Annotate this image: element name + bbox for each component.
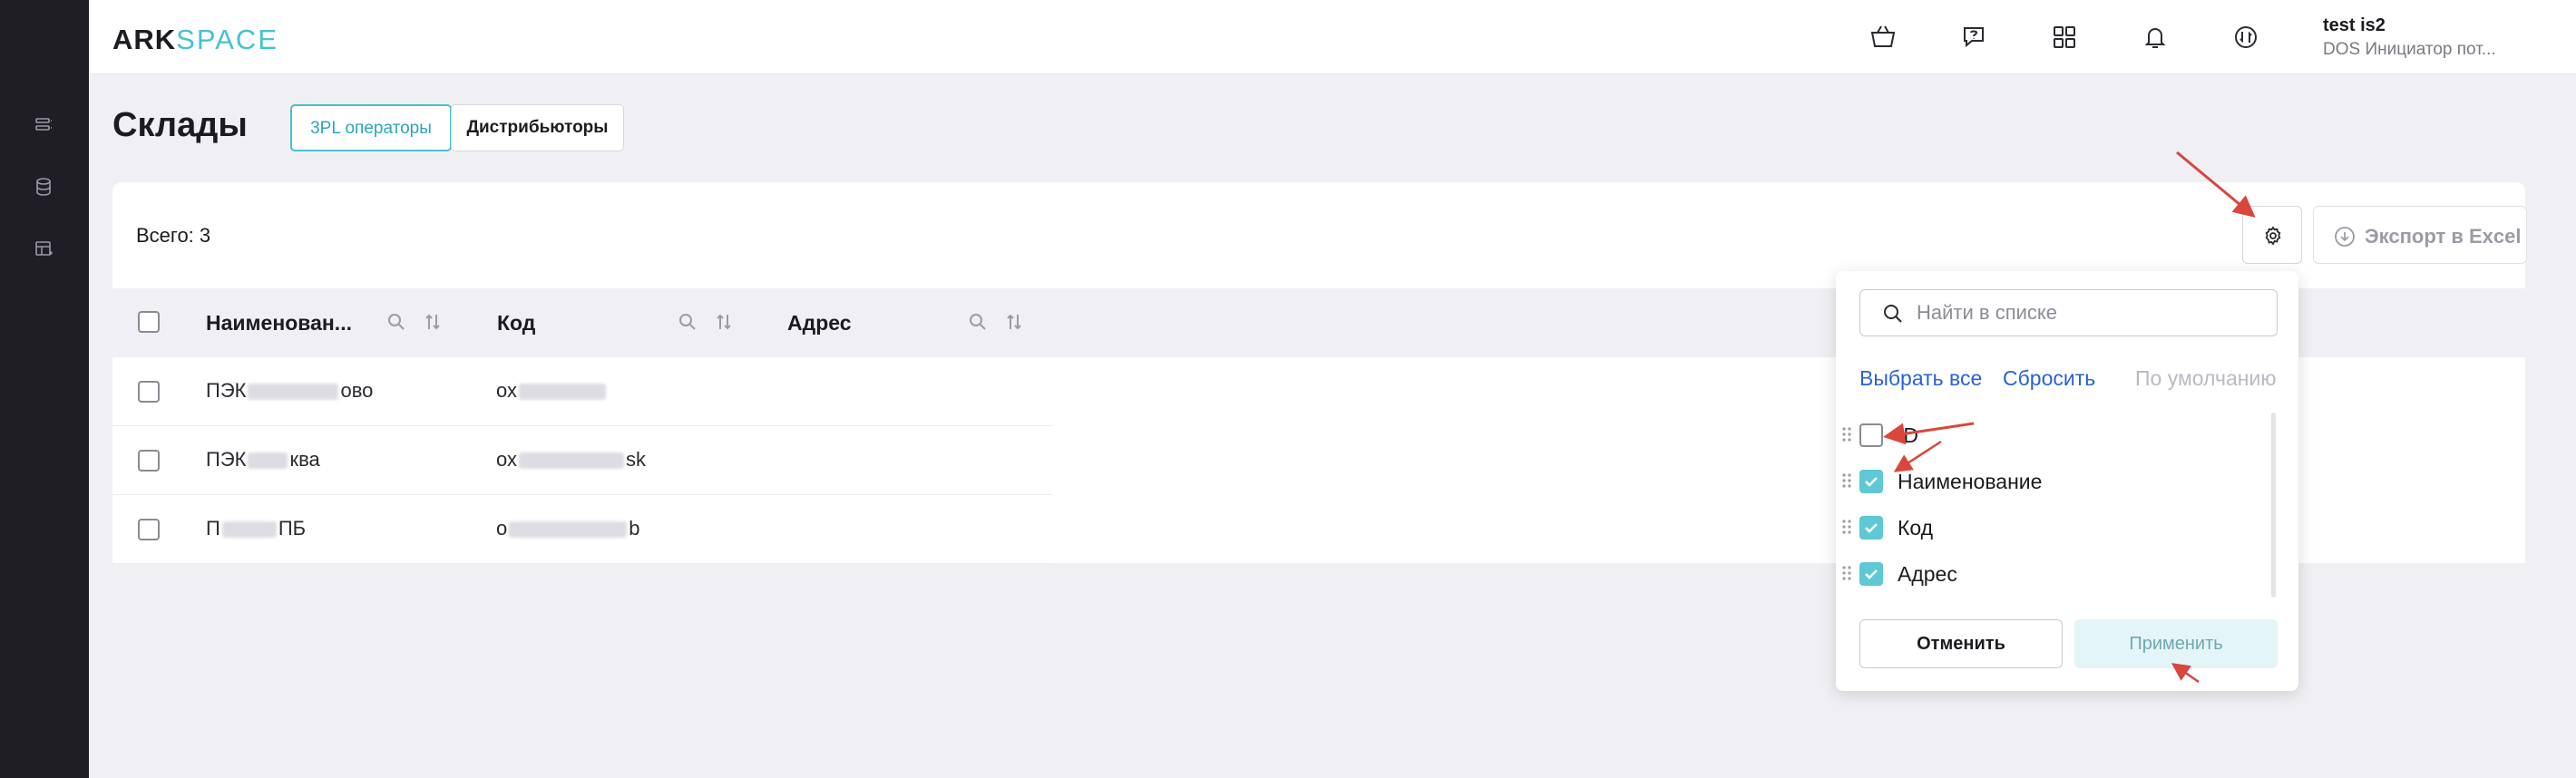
search-icon[interactable] xyxy=(967,311,989,333)
sort-icon[interactable] xyxy=(713,311,735,333)
cancel-button[interactable]: Отменить xyxy=(1859,619,2063,668)
table-row[interactable]: ПЭК ква ох sk xyxy=(112,426,1052,495)
top-header: ARKSPACE test is2 DOS Инициатор пот... xyxy=(89,0,2576,74)
checkbox-checked[interactable] xyxy=(1859,470,1883,493)
column-option-name[interactable]: Наименование xyxy=(1836,462,2271,499)
switch-role-icon[interactable] xyxy=(2230,21,2262,53)
column-option-code[interactable]: Код xyxy=(1836,509,2271,545)
table-icon[interactable] xyxy=(33,238,54,259)
export-excel-button[interactable]: Экспорт в Excel xyxy=(2313,206,2527,264)
column-header-code[interactable]: Код xyxy=(497,311,535,336)
table-row[interactable]: П ПБ оb xyxy=(112,495,1052,564)
basket-icon[interactable] xyxy=(1867,21,1899,53)
search-input-box[interactable] xyxy=(1859,289,2278,336)
row-checkbox[interactable] xyxy=(138,381,160,403)
column-settings-panel: Выбрать все Сбросить По умолчанию ID Наи… xyxy=(1836,271,2298,691)
row-checkbox[interactable] xyxy=(138,519,160,540)
cell-name: П ПБ xyxy=(206,517,307,540)
column-option-id[interactable]: ID xyxy=(1836,416,2271,452)
cell-name: ПЭК ово xyxy=(206,379,374,402)
user-name[interactable]: test is2 xyxy=(2323,15,2386,36)
logo[interactable]: ARKSPACE xyxy=(112,24,278,56)
default-link[interactable]: По умолчанию xyxy=(2135,366,2277,391)
sidebar xyxy=(0,0,89,778)
page-title: Склады xyxy=(112,106,248,144)
row-checkbox[interactable] xyxy=(138,450,160,472)
cell-code: оb xyxy=(496,517,640,540)
bell-icon[interactable] xyxy=(2139,21,2171,53)
option-label: ID xyxy=(1898,423,1918,447)
database-icon[interactable] xyxy=(33,176,54,198)
option-label: Код xyxy=(1898,516,1934,540)
search-icon[interactable] xyxy=(385,311,407,333)
total-count: Всего: 3 xyxy=(136,224,211,247)
tab-3pl-operators[interactable]: 3PL операторы xyxy=(290,104,452,151)
cell-code: ох xyxy=(496,379,608,403)
cell-code: ох sk xyxy=(496,448,646,471)
export-label: Экспорт в Excel xyxy=(2365,225,2522,248)
reset-link[interactable]: Сбросить xyxy=(2003,366,2095,391)
checkbox-checked[interactable] xyxy=(1859,562,1883,586)
sort-icon[interactable] xyxy=(1003,311,1025,333)
select-all-link[interactable]: Выбрать все xyxy=(1859,366,1982,391)
user-role[interactable]: DOS Инициатор пот... xyxy=(2323,40,2496,60)
drag-handle-icon[interactable] xyxy=(1841,518,1852,536)
column-option-address[interactable]: Адрес xyxy=(1836,555,2271,591)
checkbox-checked[interactable] xyxy=(1859,516,1883,540)
select-all-checkbox[interactable] xyxy=(138,311,160,333)
sort-icon[interactable] xyxy=(422,311,444,333)
drag-handle-icon[interactable] xyxy=(1841,425,1852,443)
gear-icon xyxy=(2265,226,2281,246)
scrollbar[interactable] xyxy=(2271,413,2276,598)
column-header-name[interactable]: Наименован... xyxy=(206,311,352,336)
column-settings-button[interactable] xyxy=(2242,206,2302,264)
chat-help-icon[interactable] xyxy=(1957,21,1990,53)
column-header-address[interactable]: Адрес xyxy=(787,311,852,336)
search-icon xyxy=(1884,305,1902,323)
search-input[interactable] xyxy=(1917,299,2261,326)
drag-handle-icon[interactable] xyxy=(1841,472,1852,490)
tab-distributors[interactable]: Дистрибьюторы xyxy=(451,104,624,151)
download-icon xyxy=(2335,227,2355,247)
list-icon[interactable] xyxy=(33,114,54,136)
apps-grid-icon[interactable] xyxy=(2048,21,2081,53)
table-row[interactable]: ПЭК ово ох xyxy=(112,357,1052,426)
cell-name: ПЭК ква xyxy=(206,448,320,471)
checkbox[interactable] xyxy=(1859,423,1883,447)
option-label: Адрес xyxy=(1898,562,1957,586)
search-icon[interactable] xyxy=(677,311,698,333)
option-label: Наименование xyxy=(1898,470,2043,493)
drag-handle-icon[interactable] xyxy=(1841,564,1852,582)
apply-button[interactable]: Применить xyxy=(2074,619,2278,668)
